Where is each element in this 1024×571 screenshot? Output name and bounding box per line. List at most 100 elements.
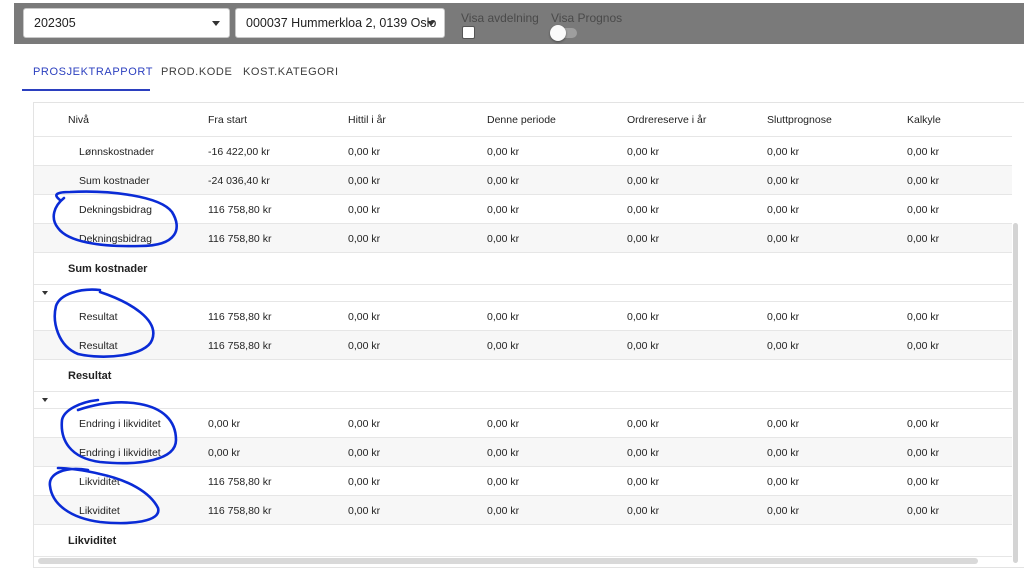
period-select-value: 202305	[34, 16, 76, 30]
table-cell: 0,00 kr	[907, 418, 940, 430]
group-toggle-row[interactable]	[34, 285, 1012, 302]
visa-avdelning-checkbox[interactable]	[462, 26, 475, 39]
column-header[interactable]: Nivå	[68, 114, 89, 126]
table-row: Endring i likviditet 0,00 kr 0,00 kr 0,00 k…	[34, 409, 1012, 438]
table-cell: 116 758,80 kr	[208, 204, 272, 216]
row-label: Endring i likviditet	[79, 447, 161, 459]
table-cell: 0,00 kr	[348, 505, 381, 517]
tab-prod-kode[interactable]: PROD.KODE	[161, 56, 232, 91]
table-cell: 0,00 kr	[627, 505, 660, 517]
table-cell: 0,00 kr	[627, 340, 660, 352]
table-cell: 0,00 kr	[208, 418, 241, 430]
table-cell: 0,00 kr	[767, 505, 800, 517]
visa-prognos-label: Visa Prognos	[551, 11, 623, 25]
table-cell: 0,00 kr	[907, 311, 940, 323]
table-cell: 0,00 kr	[487, 311, 520, 323]
horizontal-scrollbar[interactable]	[38, 558, 978, 564]
table-cell: 0,00 kr	[627, 204, 660, 216]
row-label: Likviditet	[79, 476, 120, 488]
table-row: Lønnskostnader -16 422,00 kr 0,00 kr 0,00 k…	[34, 137, 1012, 166]
row-label: Dekningsbidrag	[79, 233, 152, 245]
table-cell: 0,00 kr	[348, 418, 381, 430]
table-cell: 0,00 kr	[627, 311, 660, 323]
table-cell: 0,00 kr	[767, 340, 800, 352]
row-label: Resultat	[79, 311, 118, 323]
column-header[interactable]: Hittil i år	[348, 114, 386, 126]
table-cell: 0,00 kr	[767, 146, 800, 158]
table-cell: 0,00 kr	[487, 418, 520, 430]
table-cell: 0,00 kr	[767, 204, 800, 216]
table-cell: 0,00 kr	[348, 146, 381, 158]
table-cell: 0,00 kr	[348, 311, 381, 323]
group-summary-row: Resultat	[34, 360, 1012, 392]
toggle-knob	[550, 25, 566, 41]
table-cell: -16 422,00 kr	[208, 146, 270, 158]
dropdown-caret-icon	[427, 21, 435, 26]
table-cell: 0,00 kr	[487, 340, 520, 352]
table-cell: 0,00 kr	[348, 476, 381, 488]
table-cell: 0,00 kr	[907, 175, 940, 187]
table-cell: 116 758,80 kr	[208, 340, 272, 352]
vertical-scrollbar[interactable]	[1013, 223, 1018, 563]
row-label: Likviditet	[79, 505, 120, 517]
table-cell: 0,00 kr	[907, 146, 940, 158]
table-cell: 0,00 kr	[767, 175, 800, 187]
group-label: Likviditet	[68, 535, 117, 547]
table-cell: 0,00 kr	[348, 204, 381, 216]
group-summary-row: Sum kostnader	[34, 253, 1012, 285]
table-cell: 0,00 kr	[767, 233, 800, 245]
table-cell: 116 758,80 kr	[208, 505, 272, 517]
table-row: Resultat 116 758,80 kr 0,00 kr 0,00 kr 0,00 …	[34, 331, 1012, 360]
table-cell: 0,00 kr	[627, 418, 660, 430]
tab-kost-kategori[interactable]: KOST.KATEGORI	[243, 56, 339, 91]
table-cell: 0,00 kr	[627, 233, 660, 245]
table-row: Sum kostnader -24 036,40 kr 0,00 kr 0,00 kr…	[34, 166, 1012, 195]
column-header[interactable]: Fra start	[208, 114, 247, 126]
visa-prognos-toggle[interactable]	[550, 25, 577, 41]
group-toggle-row[interactable]	[34, 392, 1012, 409]
table-cell: 0,00 kr	[487, 233, 520, 245]
table-cell: 0,00 kr	[907, 233, 940, 245]
project-select[interactable]: 000037 Hummerkloa 2, 0139 Oslo	[235, 8, 445, 38]
report-table: Nivå Fra start Hittil i år Denne periode Ord…	[33, 102, 1024, 568]
table-row: Dekningsbidrag 116 758,80 kr 0,00 kr 0,00 k…	[34, 224, 1012, 253]
table-cell: 0,00 kr	[907, 204, 940, 216]
column-header[interactable]: Kalkyle	[907, 114, 941, 126]
table-cell: -24 036,40 kr	[208, 175, 270, 187]
table-cell: 0,00 kr	[348, 175, 381, 187]
dropdown-caret-icon	[212, 21, 220, 26]
collapse-triangle-icon[interactable]	[42, 398, 48, 402]
column-header[interactable]: Denne periode	[487, 114, 556, 126]
table-cell: 0,00 kr	[627, 447, 660, 459]
table-cell: 0,00 kr	[627, 146, 660, 158]
table-row: Resultat 116 758,80 kr 0,00 kr 0,00 kr 0,00 …	[34, 302, 1012, 331]
table-row: Endring i likviditet 0,00 kr 0,00 kr 0,00 k…	[34, 438, 1012, 467]
table-cell: 0,00 kr	[487, 204, 520, 216]
table-header: Nivå Fra start Hittil i år Denne periode Ord…	[34, 103, 1012, 137]
tab-prosjektrapport[interactable]: PROSJEKTRAPPORT	[22, 56, 152, 91]
column-header[interactable]: Ordrereserve i år	[627, 114, 706, 126]
table-cell: 0,00 kr	[487, 146, 520, 158]
table-cell: 0,00 kr	[487, 505, 520, 517]
group-label: Sum kostnader	[68, 263, 148, 275]
column-header[interactable]: Sluttprognose	[767, 114, 832, 126]
table-cell: 0,00 kr	[767, 418, 800, 430]
table-cell: 0,00 kr	[487, 175, 520, 187]
table-cell: 116 758,80 kr	[208, 476, 272, 488]
period-select[interactable]: 202305	[23, 8, 230, 38]
table-cell: 0,00 kr	[767, 447, 800, 459]
table-cell: 0,00 kr	[907, 505, 940, 517]
table-cell: 116 758,80 kr	[208, 233, 272, 245]
table-cell: 116 758,80 kr	[208, 311, 272, 323]
table-cell: 0,00 kr	[348, 233, 381, 245]
collapse-triangle-icon[interactable]	[42, 291, 48, 295]
table-cell: 0,00 kr	[907, 476, 940, 488]
table-cell: 0,00 kr	[487, 447, 520, 459]
visa-avdelning-label: Visa avdelning	[461, 11, 539, 25]
table-cell: 0,00 kr	[767, 476, 800, 488]
table-row: Dekningsbidrag 116 758,80 kr 0,00 kr 0,00 k…	[34, 195, 1012, 224]
table-cell: 0,00 kr	[208, 447, 241, 459]
table-cell: 0,00 kr	[487, 476, 520, 488]
table-row: Likviditet 116 758,80 kr 0,00 kr 0,00 kr 0,0…	[34, 496, 1012, 525]
table-cell: 0,00 kr	[627, 476, 660, 488]
